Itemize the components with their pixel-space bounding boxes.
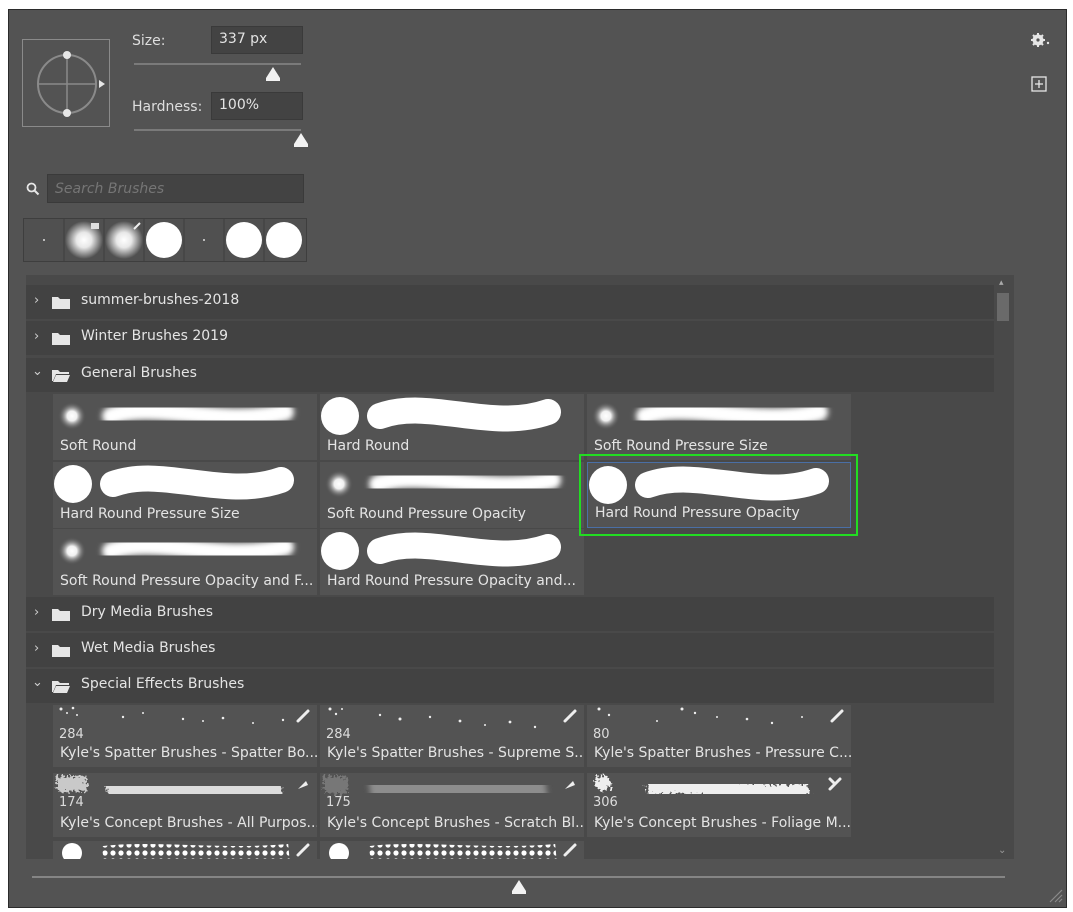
size-slider-track[interactable]: [134, 63, 301, 65]
folder-summer-brushes[interactable]: › summer-brushes-2018: [26, 285, 994, 319]
recent-brush-6[interactable]: [224, 219, 264, 261]
selection-highlight: [579, 454, 858, 536]
scroll-up-arrow[interactable]: ▴: [999, 278, 1004, 288]
brush-name: Soft Round Pressure Opacity and F...: [60, 573, 314, 589]
brush-name: Kyle's Concept Brushes - All Purpos...: [60, 815, 317, 831]
folder-icon: [52, 297, 70, 309]
brush-size-count: 306: [593, 795, 618, 810]
search-input[interactable]: [47, 174, 304, 203]
preview-size-slider-thumb[interactable]: [511, 880, 526, 894]
brush-tile-all-purpos[interactable]: 174 Kyle's Concept Brushes - All Purpos.…: [53, 773, 317, 837]
hardness-slider-thumb[interactable]: [294, 133, 308, 147]
folder-name: Winter Brushes 2019: [81, 328, 228, 344]
brush-name: Kyle's Spatter Brushes - Supreme S...: [327, 745, 584, 761]
brush-tile-scratch-bl[interactable]: 175 Kyle's Concept Brushes - Scratch Bl.…: [320, 773, 584, 837]
recent-brush-7[interactable]: [264, 219, 304, 261]
recent-brush-5[interactable]: [184, 219, 224, 261]
scroll-down-arrow[interactable]: ⌄: [998, 845, 1006, 856]
preview-size-slider-track[interactable]: [32, 876, 1005, 878]
resize-grip-icon[interactable]: [1047, 888, 1063, 907]
folder-name: Wet Media Brushes: [81, 640, 216, 656]
chevron-right-icon[interactable]: ›: [34, 329, 39, 344]
brush-name: Kyle's Concept Brushes - Foliage M...: [594, 815, 851, 831]
brush-preset-panel: Size: 337 px Hardness: 100% Search Brush…: [8, 9, 1067, 908]
brush-size-count: 284: [59, 727, 84, 742]
recent-brushes-strip: [23, 218, 307, 262]
brush-tile-hard-round[interactable]: Hard Round: [320, 394, 584, 460]
chevron-down-icon[interactable]: ⌄: [32, 364, 43, 379]
folder-open-icon: [52, 370, 70, 382]
folder-winter-brushes[interactable]: › Winter Brushes 2019: [26, 321, 994, 355]
brush-tile-soft-round-pressure-size[interactable]: Soft Round Pressure Size: [587, 394, 851, 460]
brush-tile-soft-round-pressure-opacity[interactable]: Soft Round Pressure Opacity: [320, 462, 584, 528]
chevron-down-icon[interactable]: ⌄: [32, 675, 43, 690]
brush-name: Soft Round Pressure Size: [594, 438, 768, 454]
size-input[interactable]: 337 px: [211, 26, 303, 54]
folder-name: Special Effects Brushes: [81, 676, 245, 692]
recent-brush-4[interactable]: [144, 219, 184, 261]
brush-name: Kyle's Spatter Brushes - Pressure C...: [594, 745, 851, 761]
recent-brush-3[interactable]: [104, 219, 144, 261]
brush-tile-hard-round-pressure-size[interactable]: Hard Round Pressure Size: [53, 462, 317, 528]
brush-list: › summer-brushes-2018 › Winter Brushes 2…: [26, 275, 1014, 859]
recent-brush-1[interactable]: [24, 219, 64, 261]
brush-tile-spatter-bo[interactable]: 284 Kyle's Spatter Brushes - Spatter Bo.…: [53, 705, 317, 767]
chevron-right-icon[interactable]: ›: [34, 641, 39, 656]
brush-name: Hard Round Pressure Opacity and...: [327, 573, 576, 589]
brush-name: Soft Round Pressure Opacity: [327, 506, 526, 522]
folder-icon: [52, 609, 70, 621]
brush-size-count: 284: [326, 727, 351, 742]
brush-tile-dots-1[interactable]: 50: [53, 841, 317, 859]
folder-icon: [52, 645, 70, 657]
size-label: Size:: [132, 33, 166, 49]
gear-icon[interactable]: [1031, 32, 1051, 52]
folder-name: Dry Media Brushes: [81, 604, 214, 620]
brush-size-count: 80: [593, 727, 610, 742]
hardness-label: Hardness:: [132, 99, 203, 115]
brush-name: Hard Round: [327, 438, 410, 454]
folder-name: General Brushes: [81, 365, 197, 381]
folder-general-brushes[interactable]: ⌄ General Brushes: [26, 358, 994, 392]
scrollbar-thumb[interactable]: [997, 293, 1009, 321]
brush-size-count: 174: [59, 795, 84, 810]
hardness-input[interactable]: 100%: [211, 92, 303, 120]
brush-name: Kyle's Concept Brushes - Scratch Bl...: [327, 815, 584, 831]
brush-tile-supreme-s[interactable]: 284 Kyle's Spatter Brushes - Supreme S..…: [320, 705, 584, 767]
list-scrollbar[interactable]: ▴ ⌄: [994, 275, 1014, 859]
brush-angle-preview[interactable]: [22, 39, 110, 127]
folder-dry-media-brushes[interactable]: › Dry Media Brushes: [26, 597, 994, 631]
add-box-icon[interactable]: [1031, 76, 1047, 96]
search-icon: [26, 181, 40, 200]
brush-tile-foliage-m[interactable]: 306 Kyle's Concept Brushes - Foliage M..…: [587, 773, 851, 837]
brush-tile-soft-round-pressure-opacity-flow[interactable]: Soft Round Pressure Opacity and F...: [53, 529, 317, 595]
brush-tile-dots-2[interactable]: 50: [320, 841, 584, 859]
brush-name: Kyle's Spatter Brushes - Spatter Bo...: [60, 745, 317, 761]
size-slider-thumb[interactable]: [265, 67, 280, 81]
brush-tile-pressure-c[interactable]: 80 Kyle's Spatter Brushes - Pressure C..…: [587, 705, 851, 767]
folder-special-effects-brushes[interactable]: ⌄ Special Effects Brushes: [26, 669, 994, 703]
brush-name: Hard Round Pressure Size: [60, 506, 240, 522]
hardness-slider-track[interactable]: [134, 129, 301, 131]
brush-tile-soft-round[interactable]: Soft Round: [53, 394, 317, 460]
folder-open-icon: [52, 681, 70, 693]
recent-brush-2[interactable]: [64, 219, 104, 261]
brush-size-count: 175: [326, 795, 351, 810]
folder-name: summer-brushes-2018: [81, 292, 240, 308]
folder-icon: [52, 333, 70, 345]
brush-name: Soft Round: [60, 438, 137, 454]
brush-tile-hard-round-pressure-opacity-flow[interactable]: Hard Round Pressure Opacity and...: [320, 529, 584, 595]
chevron-right-icon[interactable]: ›: [34, 293, 39, 308]
folder-wet-media-brushes[interactable]: › Wet Media Brushes: [26, 633, 994, 667]
chevron-right-icon[interactable]: ›: [34, 605, 39, 620]
